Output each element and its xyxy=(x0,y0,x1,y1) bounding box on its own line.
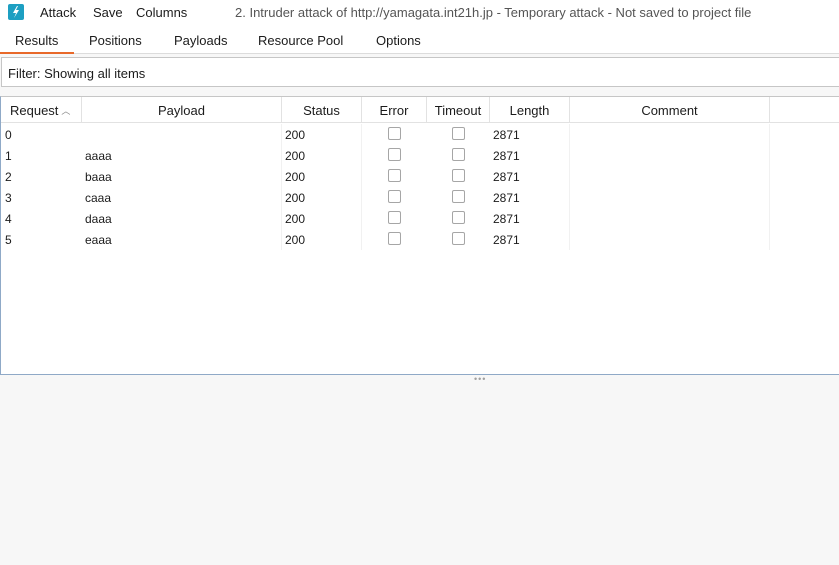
cell-request: 5 xyxy=(5,233,12,247)
column-header-payload[interactable]: Payload xyxy=(82,97,282,123)
cell-payload xyxy=(82,124,282,145)
error-checkbox[interactable] xyxy=(388,211,401,224)
column-header-label: Request xyxy=(10,103,59,118)
cell-status: 200 xyxy=(282,229,362,250)
cell-status: 200 xyxy=(282,124,362,145)
timeout-checkbox[interactable] xyxy=(452,190,465,203)
timeout-checkbox[interactable] xyxy=(452,211,465,224)
cell-request: 4 xyxy=(5,212,12,226)
cell-length: 2871 xyxy=(490,187,570,208)
column-header-comment[interactable]: Comment xyxy=(570,97,770,123)
cell-status: 200 xyxy=(282,187,362,208)
cell-comment[interactable] xyxy=(570,145,770,166)
table-row[interactable]: 2 baaa 200 2871 xyxy=(1,166,839,187)
active-tab-indicator xyxy=(0,52,74,54)
tab-positions[interactable]: Positions xyxy=(89,33,142,48)
tab-payloads[interactable]: Payloads xyxy=(174,33,227,48)
tab-bar: Results Positions Payloads Resource Pool… xyxy=(0,26,839,54)
cell-length: 2871 xyxy=(490,166,570,187)
cell-length: 2871 xyxy=(490,124,570,145)
table-row[interactable]: 0 200 2871 xyxy=(1,124,839,145)
cell-length: 2871 xyxy=(490,145,570,166)
table-row[interactable]: 3 caaa 200 2871 xyxy=(1,187,839,208)
table-header: Request ︿ Payload Status Error Timeout Le… xyxy=(1,97,839,123)
menu-columns[interactable]: Columns xyxy=(136,5,187,20)
cell-payload: caaa xyxy=(82,187,282,208)
column-header-request[interactable]: Request ︿ xyxy=(1,97,82,123)
burp-lightning-icon xyxy=(8,4,24,20)
filter-text: Filter: Showing all items xyxy=(8,66,146,81)
splitter-handle[interactable]: ••• xyxy=(474,375,486,384)
filter-bar[interactable]: Filter: Showing all items xyxy=(1,57,839,87)
table-row[interactable]: 5 eaaa 200 2871 xyxy=(1,229,839,250)
column-header-status[interactable]: Status xyxy=(282,97,362,123)
cell-payload: eaaa xyxy=(82,229,282,250)
cell-comment[interactable] xyxy=(570,124,770,145)
error-checkbox[interactable] xyxy=(388,190,401,203)
column-header-length[interactable]: Length xyxy=(490,97,570,123)
cell-payload: aaaa xyxy=(82,145,282,166)
cell-payload: daaa xyxy=(82,208,282,229)
timeout-checkbox[interactable] xyxy=(452,148,465,161)
cell-request: 1 xyxy=(5,149,12,163)
error-checkbox[interactable] xyxy=(388,148,401,161)
cell-status: 200 xyxy=(282,166,362,187)
cell-comment[interactable] xyxy=(570,166,770,187)
results-table: Request ︿ Payload Status Error Timeout Le… xyxy=(0,96,839,375)
table-body: 0 200 2871 1 aaaa 200 2871 2 baaa 200 28… xyxy=(1,124,839,250)
table-row[interactable]: 1 aaaa 200 2871 xyxy=(1,145,839,166)
tab-options[interactable]: Options xyxy=(376,33,421,48)
window-title: 2. Intruder attack of http://yamagata.in… xyxy=(235,5,752,20)
title-bar: Attack Save Columns 2. Intruder attack o… xyxy=(0,0,839,26)
cell-comment[interactable] xyxy=(570,187,770,208)
table-row[interactable]: 4 daaa 200 2871 xyxy=(1,208,839,229)
menu-attack[interactable]: Attack xyxy=(40,5,76,20)
cell-request: 3 xyxy=(5,191,12,205)
error-checkbox[interactable] xyxy=(388,232,401,245)
column-header-timeout[interactable]: Timeout xyxy=(427,97,490,123)
tab-resource-pool[interactable]: Resource Pool xyxy=(258,33,343,48)
cell-comment[interactable] xyxy=(570,208,770,229)
cell-payload: baaa xyxy=(82,166,282,187)
timeout-checkbox[interactable] xyxy=(452,232,465,245)
cell-comment[interactable] xyxy=(570,229,770,250)
tab-results[interactable]: Results xyxy=(15,33,58,48)
cell-request: 2 xyxy=(5,170,12,184)
cell-status: 200 xyxy=(282,208,362,229)
timeout-checkbox[interactable] xyxy=(452,127,465,140)
cell-request: 0 xyxy=(5,128,12,142)
error-checkbox[interactable] xyxy=(388,127,401,140)
cell-length: 2871 xyxy=(490,229,570,250)
timeout-checkbox[interactable] xyxy=(452,169,465,182)
sort-ascending-icon: ︿ xyxy=(61,106,71,116)
error-checkbox[interactable] xyxy=(388,169,401,182)
cell-length: 2871 xyxy=(490,208,570,229)
cell-status: 200 xyxy=(282,145,362,166)
column-header-error[interactable]: Error xyxy=(362,97,427,123)
menu-save[interactable]: Save xyxy=(93,5,123,20)
